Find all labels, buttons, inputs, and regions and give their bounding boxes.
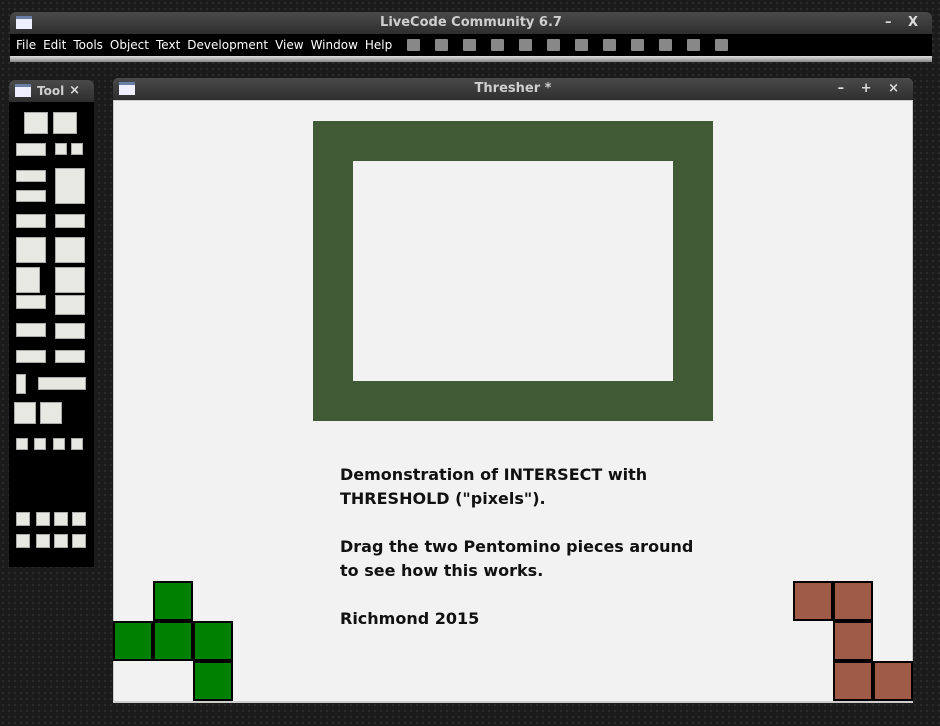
stack-window: Thresher * – + × Demonstration of INTERSE…	[113, 78, 913, 703]
close-icon[interactable]: ×	[69, 80, 86, 102]
tool-button[interactable]	[16, 214, 46, 228]
tool-button[interactable]	[16, 534, 30, 548]
dictionary-icon[interactable]	[631, 39, 645, 51]
menu-text[interactable]: Text	[156, 38, 180, 52]
piece-cell[interactable]	[153, 581, 193, 621]
piece-cell[interactable]	[833, 661, 873, 701]
tool-button[interactable]	[16, 170, 46, 182]
menu-file[interactable]: File	[16, 38, 36, 52]
piece-cell[interactable]	[113, 621, 153, 661]
window-icon	[15, 84, 31, 97]
menu-view[interactable]: View	[275, 38, 303, 52]
card: Demonstration of INTERSECT with THRESHOL…	[113, 101, 913, 701]
window-icon	[119, 82, 135, 95]
tool-button[interactable]	[53, 438, 65, 450]
errors-icon[interactable]	[603, 39, 617, 51]
tool-button[interactable]	[16, 190, 46, 202]
window-icon	[16, 16, 32, 29]
tool-button[interactable]	[16, 237, 46, 263]
threshold-frame	[313, 121, 713, 421]
inspector-icon[interactable]	[407, 39, 421, 51]
tool-button[interactable]	[72, 534, 86, 548]
edit-group-icon[interactable]	[519, 39, 533, 51]
tool-button[interactable]	[36, 534, 50, 548]
tool-button[interactable]	[55, 267, 85, 293]
tool-button[interactable]	[16, 295, 46, 309]
tool-button[interactable]	[55, 350, 85, 363]
tool-button[interactable]	[71, 438, 83, 450]
tool-button[interactable]	[38, 377, 86, 390]
tool-button[interactable]	[55, 323, 85, 339]
piece-cell[interactable]	[153, 621, 193, 661]
tools-title-bar[interactable]: Tool ×	[9, 80, 94, 102]
menu-help[interactable]: Help	[365, 38, 392, 52]
tool-button[interactable]	[54, 512, 68, 526]
frame-interior	[353, 161, 673, 381]
stack-title-bar[interactable]: Thresher * – + ×	[113, 78, 913, 100]
tool-button[interactable]	[55, 214, 85, 228]
resources-icon[interactable]	[687, 39, 701, 51]
instructions-text: Demonstration of INTERSECT with THRESHOL…	[340, 465, 694, 628]
script-icon[interactable]	[435, 39, 449, 51]
tool-button[interactable]	[16, 350, 46, 363]
tool-button[interactable]	[53, 112, 77, 134]
piece-cell[interactable]	[193, 661, 233, 701]
piece-cell[interactable]	[833, 621, 873, 661]
main-window: LiveCode Community 6.7 – X File Edit Tools O…	[10, 12, 932, 62]
tool-button[interactable]	[16, 438, 28, 450]
tool-button[interactable]	[16, 512, 30, 526]
menu-object[interactable]: Object	[110, 38, 149, 52]
tool-button[interactable]	[55, 168, 85, 204]
piece-cell[interactable]	[793, 581, 833, 621]
group-icon[interactable]	[491, 39, 505, 51]
tool-button[interactable]	[54, 534, 68, 548]
tool-button[interactable]	[16, 323, 46, 337]
divider	[10, 56, 932, 62]
tool-button[interactable]	[55, 143, 67, 155]
piece-cell[interactable]	[193, 621, 233, 661]
tool-button[interactable]	[72, 512, 86, 526]
window-controls[interactable]: – X	[885, 12, 924, 34]
piece-cell[interactable]	[873, 661, 913, 701]
window-controls[interactable]: – + ×	[838, 78, 905, 100]
tool-button[interactable]	[16, 143, 46, 156]
piece-cell[interactable]	[833, 581, 873, 621]
menu-bar: File Edit Tools Object Text Development View Wi…	[10, 34, 932, 56]
stack-title: Thresher *	[474, 81, 552, 96]
tool-button[interactable]	[14, 402, 36, 424]
menu-tools[interactable]: Tools	[73, 38, 103, 52]
select-grouped-icon[interactable]	[547, 39, 561, 51]
message-box-icon[interactable]	[463, 39, 477, 51]
tool-button[interactable]	[16, 374, 26, 394]
tutorials-icon[interactable]	[659, 39, 673, 51]
menu-edit[interactable]: Edit	[43, 38, 66, 52]
tool-button[interactable]	[34, 438, 46, 450]
menu-window[interactable]: Window	[311, 38, 358, 52]
tool-button[interactable]	[36, 512, 50, 526]
messages-icon[interactable]	[575, 39, 589, 51]
tools-title: Tool	[37, 84, 65, 98]
tools-palette: Tool ×	[9, 80, 94, 567]
sample-stacks-icon[interactable]	[715, 39, 729, 51]
tool-button[interactable]	[55, 237, 85, 263]
tool-button[interactable]	[24, 112, 48, 134]
tool-button[interactable]	[40, 402, 62, 424]
main-title-bar[interactable]: LiveCode Community 6.7 – X	[10, 12, 932, 34]
tool-button[interactable]	[16, 267, 40, 293]
app-title: LiveCode Community 6.7	[380, 15, 562, 30]
menu-development[interactable]: Development	[187, 38, 268, 52]
tool-button[interactable]	[55, 295, 85, 315]
tool-button[interactable]	[71, 143, 83, 155]
